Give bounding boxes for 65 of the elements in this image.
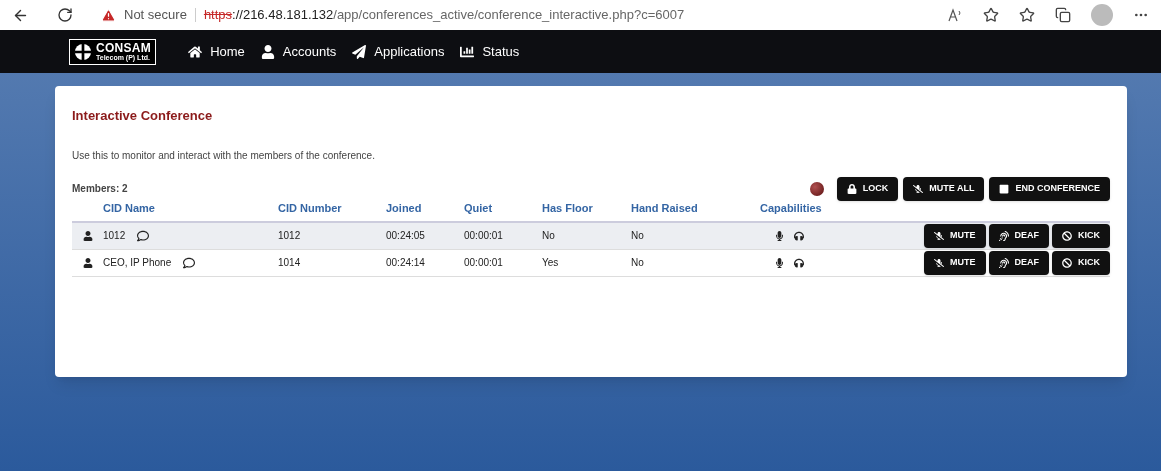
microphone-icon	[775, 257, 784, 268]
warning-icon	[101, 7, 116, 23]
nav-link[interactable]: Status	[460, 41, 520, 62]
headphones-icon	[794, 257, 804, 268]
paper-plane-icon	[352, 44, 367, 59]
hand-raised: No	[631, 257, 644, 268]
action-button[interactable]: MUTE ALL	[903, 176, 985, 201]
chat-icon[interactable]	[183, 256, 196, 269]
lock-icon	[846, 183, 857, 194]
column-header: Joined	[386, 202, 422, 214]
logo-icon	[74, 42, 92, 61]
muted-microphone-icon	[934, 230, 944, 241]
headphones-icon	[794, 230, 804, 241]
has-floor: No	[542, 230, 555, 241]
member-action-button[interactable]: MUTE	[924, 250, 986, 275]
column-header: Quiet	[464, 202, 493, 214]
favorites-icon[interactable]	[1019, 7, 1035, 23]
column-header: Capabilities	[760, 202, 822, 214]
card-description: Use this to monitor and interact with the members of the conference.	[72, 148, 376, 163]
joined-time: 00:24:14	[386, 257, 425, 268]
favorite-icon[interactable]	[983, 7, 999, 23]
url-field[interactable]: https://216.48.181.132/app/conferences_active/conference_interactive.php?c=6007	[203, 5, 685, 25]
hand-raised: No	[631, 230, 644, 241]
security-label: Not secure	[124, 6, 187, 25]
read-aloud-icon[interactable]	[947, 7, 963, 23]
user-icon	[82, 230, 93, 241]
muted-microphone-icon	[934, 257, 944, 268]
chat-icon[interactable]	[137, 229, 150, 242]
collections-icon[interactable]	[1055, 7, 1071, 23]
column-header: CID Number	[278, 202, 342, 214]
home-icon	[188, 44, 203, 59]
action-button[interactable]: LOCK	[836, 176, 899, 201]
user-icon	[260, 44, 275, 59]
nav-link[interactable]: Home	[188, 41, 245, 62]
cid-number: 1012	[278, 230, 301, 241]
quiet-time: 00:00:01	[464, 257, 503, 268]
cid-name: CEO, IP Phone	[103, 256, 172, 270]
user-icon	[82, 257, 93, 268]
quiet-time: 00:00:01	[464, 230, 503, 241]
cid-name: 1012	[103, 229, 126, 243]
bar-chart-icon	[460, 44, 475, 59]
ear-icon	[998, 257, 1009, 268]
member-action-button[interactable]: KICK	[1052, 250, 1110, 275]
microphone-icon	[775, 230, 784, 241]
reload-icon[interactable]	[57, 7, 73, 23]
joined-time: 00:24:05	[386, 230, 425, 241]
muted-microphone-icon	[913, 183, 924, 194]
action-button[interactable]: END CONFERENCE	[989, 176, 1110, 201]
nav-link[interactable]: Applications	[352, 41, 445, 62]
member-action-button[interactable]: MUTE	[924, 223, 986, 248]
ban-icon	[1062, 257, 1072, 268]
has-floor: Yes	[542, 257, 559, 268]
ban-icon	[1062, 230, 1072, 241]
card-title: Interactive Conference	[72, 107, 214, 125]
logo-title: CONSAM	[96, 42, 152, 54]
nav-link[interactable]: Accounts	[260, 41, 337, 62]
members-count: Members: 2	[72, 182, 128, 196]
member-action-button[interactable]: DEAF	[988, 250, 1049, 275]
member-action-button[interactable]: DEAF	[988, 223, 1049, 248]
column-header: CID Name	[103, 202, 155, 214]
ear-icon	[998, 230, 1009, 241]
column-header: Has Floor	[542, 202, 593, 214]
member-action-button[interactable]: KICK	[1052, 223, 1110, 248]
cid-number: 1014	[278, 257, 301, 268]
column-header: Hand Raised	[631, 202, 698, 214]
